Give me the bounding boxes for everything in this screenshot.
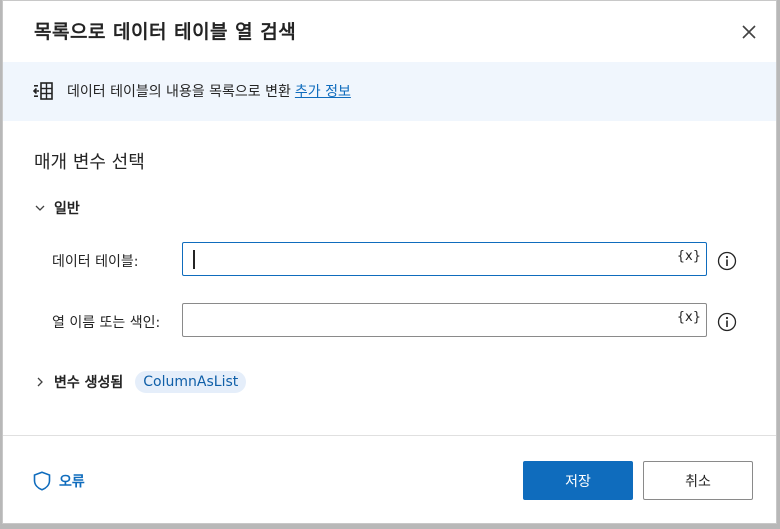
chevron-down-icon xyxy=(35,205,45,211)
dialog-title: 목록으로 데이터 테이블 열 검색 xyxy=(34,21,297,43)
close-icon xyxy=(742,25,756,39)
column-name-variable-button[interactable]: {x} xyxy=(677,310,701,325)
info-bar: 데이터 테이블의 내용을 목록으로 변환 추가 정보 xyxy=(3,62,776,121)
data-table-input[interactable] xyxy=(191,243,671,275)
cancel-button[interactable]: 취소 xyxy=(643,461,753,500)
info-text: 데이터 테이블의 내용을 목록으로 변환 추가 정보 xyxy=(67,81,351,101)
save-button[interactable]: 저장 xyxy=(523,461,633,500)
variables-produced-label: 변수 생성됨 xyxy=(54,375,124,391)
general-group-label: 일반 xyxy=(54,201,80,217)
text-caret xyxy=(193,250,195,269)
chevron-right-icon[interactable] xyxy=(34,376,46,388)
column-name-field[interactable]: {x} xyxy=(182,303,707,337)
error-button[interactable]: 오류 xyxy=(33,470,85,492)
general-group-toggle[interactable]: 일반 xyxy=(34,198,80,218)
column-name-label: 열 이름 또는 색인: xyxy=(52,315,161,331)
learn-more-link[interactable]: 추가 정보 xyxy=(295,84,351,100)
variable-chip[interactable]: ColumnAsList xyxy=(135,371,247,393)
shield-icon xyxy=(33,471,51,491)
dialog-titlebar: 목록으로 데이터 테이블 열 검색 xyxy=(3,1,776,62)
column-name-input[interactable] xyxy=(191,304,671,336)
error-label: 오류 xyxy=(59,474,85,490)
data-table-info-icon[interactable] xyxy=(717,251,737,271)
data-table-variable-button[interactable]: {x} xyxy=(677,249,701,264)
dialog: 목록으로 데이터 테이블 열 검색 데이터 테이블의 내용을 목록으로 변환 추가… xyxy=(2,0,777,524)
footer-divider xyxy=(3,435,776,436)
column-name-info-icon[interactable] xyxy=(717,312,737,332)
section-title: 매개 변수 선택 xyxy=(34,152,145,173)
data-table-label: 데이터 테이블: xyxy=(52,254,139,270)
info-description: 데이터 테이블의 내용을 목록으로 변환 xyxy=(67,84,291,100)
variables-produced-row: 변수 생성됨 ColumnAsList xyxy=(34,369,247,395)
close-button[interactable] xyxy=(736,19,762,45)
data-table-field[interactable]: {x} xyxy=(182,242,707,276)
table-to-list-icon xyxy=(33,82,53,100)
